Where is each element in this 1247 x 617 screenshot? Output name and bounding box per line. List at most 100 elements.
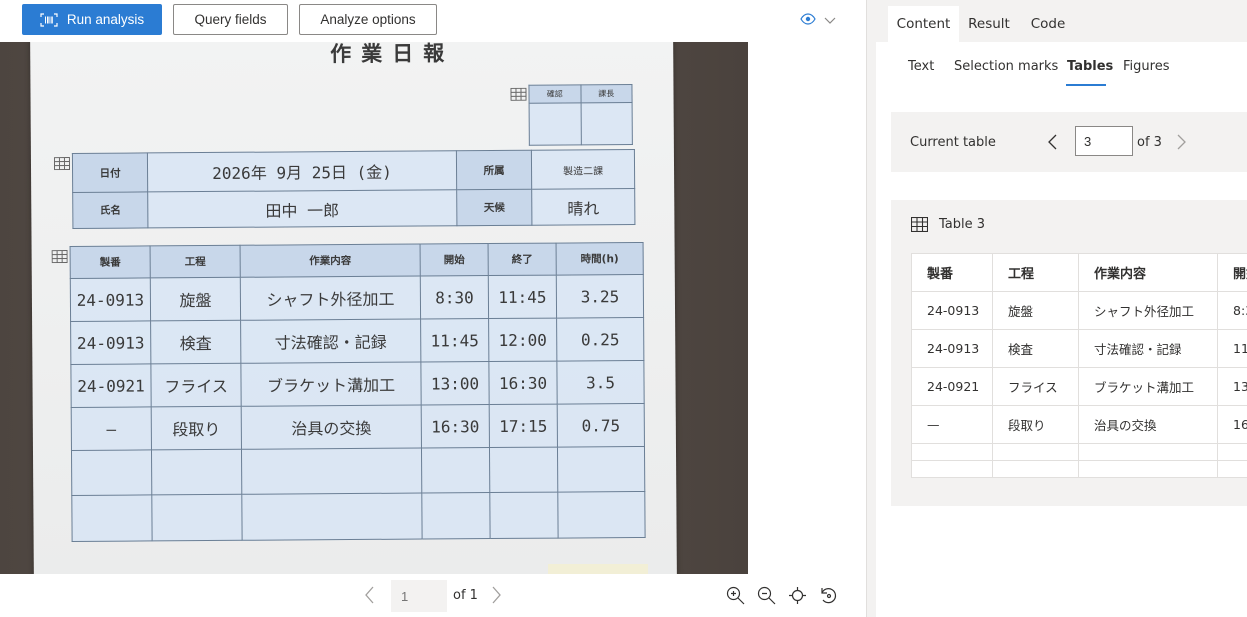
work-cell: 8:30 [420,275,489,320]
result-cell: シャフト外径加工 [1078,291,1218,330]
subtab-text[interactable]: Text [908,59,934,74]
work-header-cell: 終了 [488,243,557,276]
work-cell: 24-0921 [70,363,152,408]
page-navigator: of 1 [0,574,866,617]
result-cell [992,443,1079,461]
work-cell: 12:00 [488,318,557,362]
table-region-icon[interactable] [53,155,71,171]
table-row [71,491,646,542]
run-analysis-button[interactable]: Run analysis [22,4,162,35]
page-count: of 1 [453,588,478,603]
result-cell [1217,460,1247,478]
info-table[interactable]: 日付 2026年 9月 25日 (金) 所属 製造二課 氏名 田中 一郎 天候 … [71,149,636,229]
subtab-figures[interactable]: Figures [1123,59,1169,74]
result-cell: — [911,405,993,444]
fit-page-icon[interactable] [788,586,807,605]
work-cell [71,449,152,496]
result-cell: ブラケット溝加工 [1078,367,1218,406]
chevron-right-icon[interactable] [1174,131,1188,153]
tab-result[interactable]: Result [966,6,1012,42]
table-title: Table 3 [939,217,986,232]
result-cell [1217,443,1247,461]
active-tab-indicator [1066,84,1106,86]
result-cell [911,460,993,478]
document-page: 作業日報 確認 課長 日付 2026年 9月 25日 (金) 所属 製造二課 氏… [30,42,677,574]
table-row: 24-0913 検査 寸法確認・記録 11:45 12:00 0.25 [70,317,644,365]
table-row [911,443,1247,461]
query-fields-button[interactable]: Query fields [173,4,288,35]
name-label: 氏名 [72,191,148,229]
work-cell: 17:15 [489,404,558,448]
work-cell: 治具の交換 [241,405,422,450]
result-cell [1078,443,1218,461]
work-header-cell: 工程 [150,245,241,278]
subtab-tables[interactable]: Tables [1067,59,1113,74]
result-cell [1078,460,1218,478]
chevron-left-icon[interactable] [1046,131,1060,153]
rotate-icon[interactable] [819,586,838,605]
result-header-cell: 工程 [992,253,1079,292]
approval-header-confirm: 確認 [528,84,581,104]
current-table-label: Current table [910,135,996,150]
visibility-dropdown[interactable] [800,10,840,28]
zoom-out-icon[interactable] [757,586,776,605]
work-cell: 検査 [150,320,241,364]
table-row: — 段取り 治具の交換 16:30 [911,405,1247,444]
table-row [71,446,645,496]
work-cell: フライス [150,363,242,407]
name-value: 田中 一郎 [147,189,457,228]
document-viewer[interactable]: 作業日報 確認 課長 日付 2026年 9月 25日 (金) 所属 製造二課 氏… [0,42,866,574]
result-cell: 13:00 [1217,367,1247,406]
work-cell: 16:30 [488,361,558,405]
document-title: 作業日報 [330,42,455,67]
tab-code[interactable]: Code [1028,6,1068,42]
work-table[interactable]: 製番 工程 作業内容 開始 終了 時間(h) 24-0913 旋盤 シャフト外径… [69,241,646,542]
result-cell: 旋盤 [992,291,1079,330]
result-cell: 24-0913 [911,291,993,330]
work-cell: 24-0913 [70,277,151,322]
work-cell [241,493,423,541]
subtab-selection-marks[interactable]: Selection marks [954,59,1058,74]
tab-content[interactable]: Content [888,6,959,42]
work-header-cell: 開始 [420,243,489,277]
chevron-right-icon[interactable] [488,584,504,606]
approval-table[interactable]: 確認 課長 [528,84,633,146]
work-cell: — [71,406,152,451]
pane-splitter[interactable] [866,0,876,617]
approval-stamp-cell [580,102,633,145]
result-header-cell: 作業内容 [1078,253,1218,292]
result-cell: 段取り [992,405,1079,444]
table-region-icon[interactable] [51,248,68,264]
work-cell: シャフト外径加工 [240,276,421,321]
current-table-input[interactable] [1075,126,1133,156]
zoom-in-icon[interactable] [726,586,745,605]
work-cell: 11:45 [488,275,557,319]
work-header-row: 製番 工程 作業内容 開始 終了 時間(h) [70,242,644,279]
sub-tab-bar: Text Selection marks Tables Figures [876,42,1247,112]
highlight-mark [548,564,648,574]
work-header-cell: 製番 [70,245,151,279]
work-cell: 16:30 [421,404,490,449]
work-cell: ブラケット溝加工 [240,362,422,407]
result-cell: 8:30 [1217,291,1247,330]
department-value: 製造二課 [531,149,635,190]
analyze-options-button[interactable]: Analyze options [299,4,437,35]
weather-label: 天候 [456,189,532,226]
work-cell [151,449,242,495]
current-table-selector: Current table of 3 [891,112,1247,172]
result-table-scroll[interactable]: 製番 工程 作業内容 開始 24-0913 旋盤 シャフト外径加工 8:30 2… [911,253,1247,481]
date-value: 2026年 9月 25日 (金) [147,150,457,192]
table-count: of 3 [1137,135,1162,150]
result-cell: 24-0921 [911,367,993,406]
run-analysis-label: Run analysis [66,12,145,27]
toolbar: Run analysis Query fields Analyze option… [0,0,866,42]
eye-icon [800,10,816,29]
result-cell: 寸法確認・記録 [1078,329,1218,368]
chevron-left-icon[interactable] [362,584,378,606]
table-region-icon[interactable] [510,86,527,101]
result-cell [911,443,993,461]
work-cell: 11:45 [420,318,489,363]
page-number-input[interactable] [391,580,447,612]
work-cell: 0.25 [556,317,644,362]
table-icon [911,217,928,232]
